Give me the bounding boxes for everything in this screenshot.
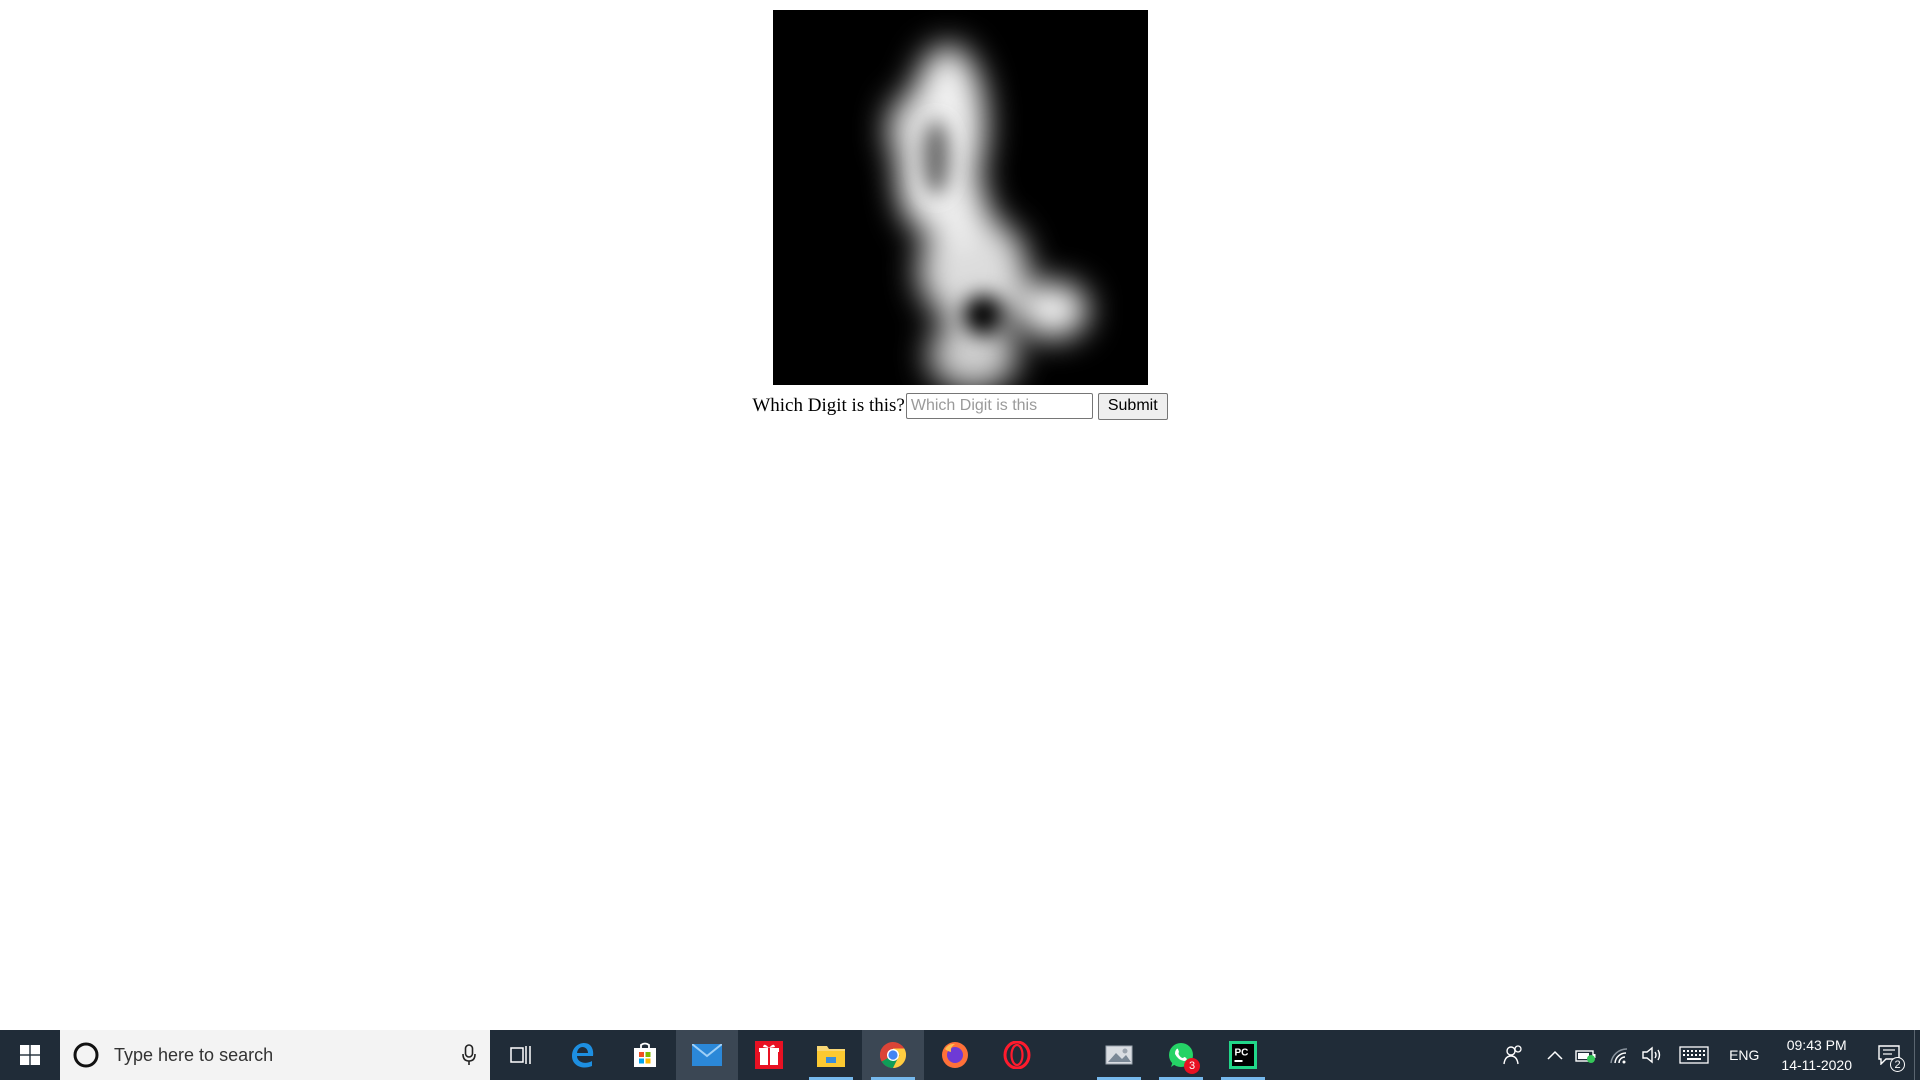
digit-image: [773, 10, 1148, 385]
action-center-button[interactable]: 2: [1864, 1030, 1914, 1080]
store-icon: [634, 1042, 656, 1067]
edge-icon: [572, 1043, 594, 1068]
pycharm-button[interactable]: PC: [1212, 1030, 1274, 1080]
network-button[interactable]: [1603, 1030, 1635, 1080]
gift-icon: [755, 1041, 783, 1069]
chevron-up-icon: [1547, 1050, 1563, 1060]
question-row: Which Digit is this? Submit: [0, 392, 1920, 420]
taskbar-search-box[interactable]: Type here to search: [60, 1030, 490, 1080]
gift-button[interactable]: [738, 1030, 800, 1080]
file-explorer-icon: [817, 1046, 845, 1067]
notification-count: 2: [1890, 1057, 1905, 1072]
mail-button[interactable]: [676, 1030, 738, 1080]
language-indicator[interactable]: ENG: [1719, 1047, 1769, 1063]
task-view-icon: [510, 1046, 531, 1064]
clock-time: 09:43 PM: [1786, 1037, 1847, 1053]
cortana-icon: [73, 1042, 99, 1068]
people-button[interactable]: [1495, 1030, 1533, 1080]
submit-button[interactable]: Submit: [1097, 392, 1168, 420]
whatsapp-button[interactable]: 3: [1150, 1030, 1212, 1080]
photos-button[interactable]: [1088, 1030, 1150, 1080]
show-hidden-icons-button[interactable]: [1533, 1030, 1569, 1080]
windows-logo-icon: [20, 1045, 40, 1065]
pycharm-icon: PC: [1229, 1041, 1257, 1069]
photos-icon: [1105, 1045, 1133, 1065]
task-view-button[interactable]: [490, 1030, 552, 1080]
microphone-icon[interactable]: [462, 1044, 476, 1066]
mail-icon: [692, 1044, 722, 1066]
question-label: Which Digit is this?: [752, 395, 905, 416]
clock[interactable]: 09:43 PM 14-11-2020: [1769, 1035, 1864, 1075]
start-button[interactable]: [0, 1030, 60, 1080]
opera-button[interactable]: [986, 1030, 1048, 1080]
speaker-icon: [1642, 1046, 1661, 1064]
browser-page: Which Digit is this? Submit: [0, 0, 1920, 1030]
svg-text:PC: PC: [1235, 1048, 1249, 1059]
show-desktop-button[interactable]: [1914, 1030, 1920, 1080]
taskbar: Type here to search 3 PC ENG 09:43 PM 14…: [0, 1030, 1920, 1080]
search-placeholder: Type here to search: [114, 1044, 274, 1065]
volume-button[interactable]: [1635, 1030, 1669, 1080]
wifi-icon: [1610, 1048, 1628, 1064]
clock-date: 14-11-2020: [1781, 1057, 1852, 1073]
firefox-icon: [942, 1042, 968, 1068]
people-icon: [1503, 1045, 1522, 1065]
keyboard-icon: [1679, 1046, 1709, 1064]
chrome-icon: [879, 1042, 907, 1069]
whatsapp-badge: 3: [1184, 1058, 1200, 1074]
opera-icon: [1003, 1041, 1031, 1069]
touch-keyboard-button[interactable]: [1669, 1030, 1719, 1080]
battery-icon: [1575, 1050, 1596, 1063]
chrome-button[interactable]: [862, 1030, 924, 1080]
edge-button[interactable]: [552, 1030, 614, 1080]
system-tray: ENG 09:43 PM 14-11-2020 2: [1495, 1030, 1920, 1080]
store-button[interactable]: [614, 1030, 676, 1080]
file-explorer-button[interactable]: [800, 1030, 862, 1080]
digit-input[interactable]: [905, 393, 1093, 419]
taskbar-spacer: [1048, 1030, 1088, 1080]
firefox-button[interactable]: [924, 1030, 986, 1080]
battery-button[interactable]: [1569, 1030, 1603, 1080]
